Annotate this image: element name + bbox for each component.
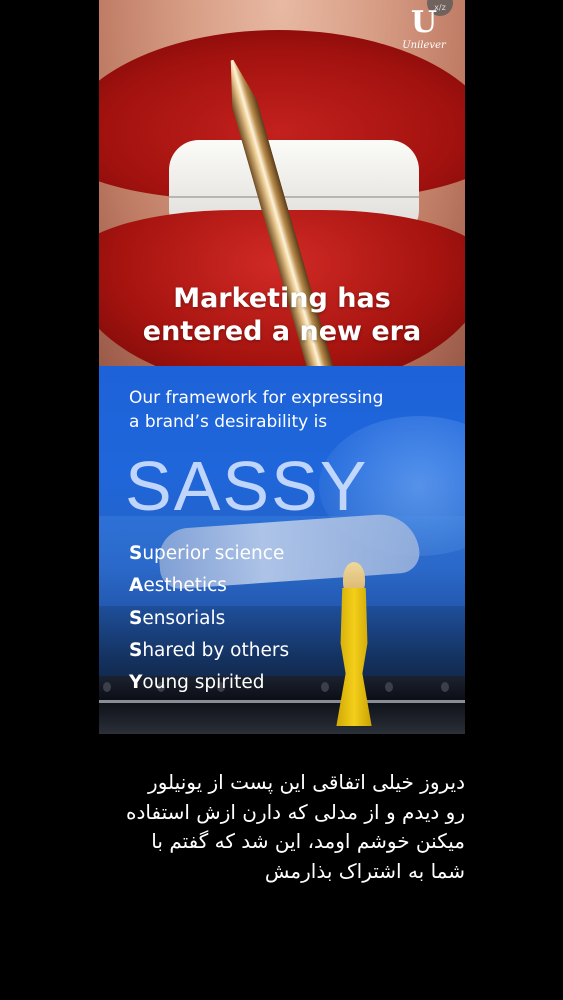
framework-panel: Our framework for expressing a brand’s d…	[99, 366, 465, 734]
pillar-item: Young spirited	[129, 667, 289, 699]
pillar-rest: oung spirited	[142, 672, 265, 694]
pillar-initial: S	[129, 607, 143, 629]
lips-image-panel: x/z U Unilever Marketing has entered a n…	[99, 0, 465, 366]
unilever-logo-icon: U	[410, 5, 438, 40]
framework-intro-line-2: a brand’s desirability is	[129, 412, 328, 432]
headline-line-2: entered a new era	[142, 316, 422, 347]
pillar-initial: Y	[129, 672, 143, 694]
yellow-dress	[336, 588, 372, 726]
caption-line: میکنن خوشم اومد، این شد که گفتم با	[151, 829, 465, 853]
caption-line: شما به اشتراک بذارمش	[264, 858, 465, 883]
pillar-item: Superior science	[129, 538, 289, 570]
pillar-item: Shared by others	[129, 635, 289, 667]
pillar-initial: A	[129, 575, 144, 597]
teeth-gap	[169, 196, 419, 198]
caption-line: رو دیدم و از مدلی که دارن ازش استفاده	[125, 799, 465, 824]
pillar-rest: ensorials	[142, 607, 226, 629]
pillar-item: Sensorials	[129, 603, 289, 635]
speaker-on-stage	[329, 562, 379, 730]
post-caption: دیروز خیلی اتفاقی این پست از یونیلور رو …	[60, 768, 465, 886]
framework-pillars: Superior science Aesthetics Sensorials S…	[129, 538, 289, 699]
audience-head	[321, 682, 329, 692]
audience-head	[103, 682, 111, 692]
pillar-item: Aesthetics	[129, 570, 289, 602]
headline: Marketing has entered a new era	[99, 282, 465, 348]
stage-edge-light	[99, 700, 465, 703]
unilever-logo: U Unilever	[399, 4, 449, 51]
pillar-initial: S	[129, 543, 143, 564]
pillar-initial: S	[129, 639, 143, 661]
unilever-logo-text: Unilever	[402, 40, 446, 51]
audience-head	[441, 682, 449, 692]
audience-head	[385, 682, 393, 692]
pillar-rest: esthetics	[143, 575, 227, 597]
headline-line-1: Marketing has	[173, 283, 391, 314]
pillar-rest: uperior science	[142, 543, 285, 564]
caption-line: دیروز خیلی اتفاقی این پست از یونیلور	[148, 770, 465, 794]
framework-intro: Our framework for expressing a brand’s d…	[129, 386, 383, 434]
framework-intro-line-1: Our framework for expressing	[129, 388, 384, 408]
framework-acronym: SASSY	[125, 447, 369, 525]
pillar-rest: hared by others	[142, 639, 290, 661]
story-media[interactable]: x/z U Unilever Marketing has entered a n…	[99, 0, 465, 734]
